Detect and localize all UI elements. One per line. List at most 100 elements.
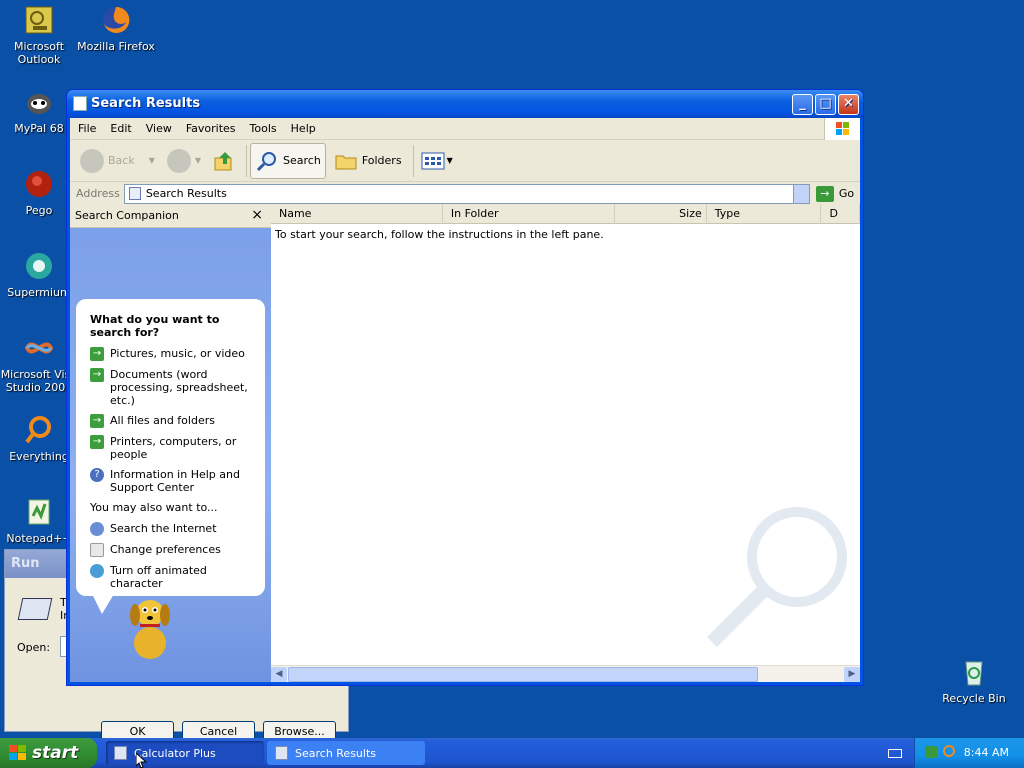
pego-icon <box>23 168 55 200</box>
option-all-files-folders[interactable]: → All files and folders <box>90 414 255 428</box>
desktop-icon-firefox[interactable]: Mozilla Firefox <box>77 4 155 53</box>
desktop-icon-recycle-bin[interactable]: Recycle Bin <box>935 656 1013 705</box>
everything-icon <box>23 414 55 446</box>
animated-character-icon <box>90 564 104 578</box>
minimize-button[interactable]: _ <box>792 94 813 115</box>
outlook-icon <box>23 4 55 36</box>
address-bar: Address Search Results → Go <box>70 182 860 206</box>
toolbar-separator <box>412 144 414 177</box>
mypal-icon <box>23 86 55 118</box>
internet-search-icon <box>90 522 104 536</box>
companion-close-icon[interactable]: × <box>251 207 263 223</box>
go-label: Go <box>838 187 855 200</box>
notepadpp-icon <box>23 496 55 528</box>
option-label: Search the Internet <box>110 522 217 535</box>
mouse-cursor-icon <box>136 753 147 768</box>
up-folder-icon <box>214 151 232 170</box>
tray-search-icon[interactable] <box>943 745 955 757</box>
menu-favorites[interactable]: Favorites <box>186 122 236 135</box>
windows-logo-icon <box>824 118 860 140</box>
column-header-date[interactable]: D <box>821 204 860 224</box>
search-options-balloon: What do you want to search for? → Pictur… <box>76 299 265 614</box>
empty-results-message: To start your search, follow the instruc… <box>275 228 604 241</box>
option-label: Documents (word processing, spreadsheet,… <box>110 368 248 407</box>
also-want-label: You may also want to... <box>90 501 218 514</box>
folders-label: Folders <box>361 154 402 167</box>
column-headers: Name In Folder Size Type D <box>271 204 860 224</box>
forward-dropdown-icon: ▼ <box>194 156 202 165</box>
desktop-icon-outlook[interactable]: Microsoft Outlook <box>0 4 78 66</box>
taskbar-button-search-results[interactable]: Search Results <box>267 741 425 765</box>
address-input[interactable]: Search Results <box>123 183 810 204</box>
option-label: Printers, computers, or people <box>110 435 237 461</box>
maximize-button[interactable]: □ <box>815 94 836 115</box>
views-icon <box>421 152 445 169</box>
option-change-preferences[interactable]: Change preferences <box>90 543 255 557</box>
calculator-icon <box>114 746 127 760</box>
windows-flag-icon <box>9 745 26 760</box>
tray-network-icon[interactable] <box>925 746 937 758</box>
taskbar-button-calculator[interactable]: Calculator Plus <box>106 741 264 765</box>
folders-button[interactable]: Folders <box>330 143 406 179</box>
menu-file[interactable]: File <box>78 122 96 135</box>
views-button[interactable]: ▼ <box>417 143 457 179</box>
start-button[interactable]: start <box>0 738 97 768</box>
menu-view[interactable]: View <box>146 122 172 135</box>
run-icon <box>17 598 53 620</box>
forward-button[interactable]: ▼ <box>163 143 205 179</box>
search-button[interactable]: Search <box>250 142 326 179</box>
keyboard-icon[interactable] <box>888 749 902 758</box>
option-documents[interactable]: → Documents (word processing, spreadshee… <box>90 368 255 407</box>
up-folder-button[interactable] <box>209 143 239 179</box>
green-arrow-icon: → <box>90 347 104 361</box>
window-app-icon <box>73 96 87 111</box>
option-pictures-music-video[interactable]: → Pictures, music, or video <box>90 347 255 361</box>
option-printers-computers-people[interactable]: → Printers, computers, or people <box>90 435 255 461</box>
views-dropdown-icon: ▼ <box>446 156 453 165</box>
search-results-window[interactable]: Search Results _ □ ✕ File Edit View Favo… <box>66 89 864 686</box>
go-button[interactable]: → Go <box>815 185 855 202</box>
column-header-name[interactable]: Name <box>271 204 443 224</box>
option-search-internet[interactable]: Search the Internet <box>90 522 255 536</box>
scroll-left-button[interactable]: ◀ <box>271 667 287 682</box>
menu-tools[interactable]: Tools <box>250 122 277 135</box>
visual-studio-icon <box>23 332 55 364</box>
folders-icon <box>335 155 357 169</box>
search-companion-header: Search Companion × <box>70 204 271 228</box>
menu-edit[interactable]: Edit <box>110 122 131 135</box>
option-turn-off-character[interactable]: Turn off animated character <box>90 564 255 590</box>
toolbar-separator <box>246 144 248 177</box>
forward-arrow-icon <box>166 148 191 173</box>
desktop-icon-label: Recycle Bin <box>942 692 1006 705</box>
search-companion-title: Search Companion <box>75 209 179 222</box>
magnifier-watermark-icon <box>707 507 847 647</box>
content-area: Search Companion × What do you want to s… <box>70 204 860 682</box>
column-header-in-folder[interactable]: In Folder <box>443 204 615 224</box>
clock[interactable]: 8:44 AM <box>964 746 1009 759</box>
address-value: Search Results <box>145 187 227 200</box>
green-arrow-icon: → <box>90 368 104 382</box>
address-page-icon <box>128 187 141 200</box>
horizontal-scrollbar[interactable]: ◀ ▶ <box>271 665 860 682</box>
help-icon: ? <box>90 468 104 482</box>
scroll-thumb[interactable] <box>288 667 758 682</box>
menu-help[interactable]: Help <box>291 122 316 135</box>
close-button[interactable]: ✕ <box>838 94 859 115</box>
option-help-support[interactable]: ? Information in Help and Support Center <box>90 468 255 494</box>
window-title: Search Results <box>91 96 201 111</box>
scroll-right-button[interactable]: ▶ <box>844 667 860 682</box>
recycle-bin-icon <box>958 656 990 688</box>
address-dropdown-button[interactable] <box>792 184 809 203</box>
column-header-type[interactable]: Type <box>707 204 822 224</box>
search-companion-pane: Search Companion × What do you want to s… <box>70 204 271 682</box>
column-header-size[interactable]: Size <box>615 204 707 224</box>
search-question: What do you want to search for? <box>90 313 220 339</box>
search-dog-character-icon[interactable] <box>120 589 180 661</box>
results-list[interactable]: Name In Folder Size Type D To start your… <box>271 204 860 682</box>
start-label: start <box>32 743 79 763</box>
back-button[interactable]: Back ▼ <box>76 143 159 179</box>
title-bar[interactable]: Search Results _ □ ✕ <box>67 90 863 118</box>
option-label: All files and folders <box>110 414 215 427</box>
green-arrow-icon: → <box>90 414 104 428</box>
task-label: Search Results <box>295 746 377 760</box>
